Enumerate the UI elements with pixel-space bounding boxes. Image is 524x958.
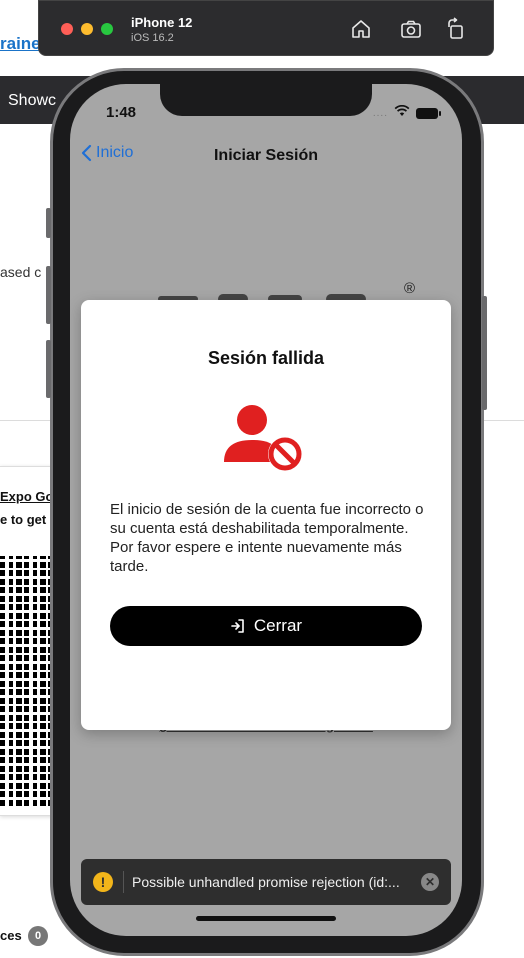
- background-expo-link[interactable]: Expo Go: [0, 489, 53, 504]
- volume-up-button: [46, 266, 51, 324]
- home-icon[interactable]: [349, 17, 373, 41]
- toast-divider: [123, 871, 124, 893]
- background-text: ased c: [0, 264, 42, 280]
- notch: [160, 84, 372, 116]
- phone-screen: 1:48 .... Inicio Iniciar Sesión ® ¿No ti…: [70, 84, 462, 936]
- toast-dismiss-icon[interactable]: ✕: [421, 873, 439, 891]
- os-version: iOS 16.2: [131, 32, 174, 44]
- battery-icon: [416, 107, 441, 119]
- status-time: 1:48: [106, 104, 137, 121]
- close-button-label: Cerrar: [253, 616, 303, 635]
- background-count-badge: 0: [28, 926, 48, 946]
- device-name: iPhone 12: [131, 15, 193, 30]
- background-devices-label: ces: [0, 928, 22, 943]
- status-icons: ....: [372, 104, 441, 122]
- nav-title: Iniciar Sesión: [213, 147, 319, 164]
- login-icon: [231, 619, 244, 633]
- registered-mark: ®: [404, 280, 416, 297]
- modal-message: El inicio de sesión de la cuenta fue inc…: [110, 501, 424, 575]
- background-expo-text: e to get: [0, 512, 47, 527]
- background-nav-item[interactable]: Showc: [8, 92, 56, 110]
- power-button: [482, 296, 487, 410]
- wifi-icon: [394, 104, 410, 122]
- login-failed-modal: Sesión fallida El inicio de sesión de la…: [81, 300, 451, 730]
- volume-down-button: [46, 340, 51, 398]
- window-close-button[interactable]: [61, 23, 73, 35]
- toast-message: Possible unhandled promise rejection (id…: [132, 874, 400, 890]
- home-indicator: [196, 916, 336, 921]
- simulator-title-bar: iPhone 12 iOS 16.2: [38, 0, 494, 56]
- warning-toast[interactable]: ! Possible unhandled promise rejection (…: [81, 859, 451, 905]
- rotate-icon[interactable]: [444, 17, 468, 41]
- background-link[interactable]: raine: [0, 34, 41, 54]
- qr-code: [0, 556, 56, 806]
- user-blocked-icon: [224, 405, 302, 471]
- close-button[interactable]: Cerrar: [110, 606, 422, 646]
- silent-switch: [46, 208, 51, 238]
- window-minimize-button[interactable]: [81, 23, 93, 35]
- signal-dots: ....: [372, 107, 388, 119]
- modal-title: Sesión fallida: [207, 348, 325, 368]
- warning-icon: !: [93, 872, 113, 892]
- window-zoom-button[interactable]: [101, 23, 113, 35]
- screenshot-icon[interactable]: [399, 17, 423, 41]
